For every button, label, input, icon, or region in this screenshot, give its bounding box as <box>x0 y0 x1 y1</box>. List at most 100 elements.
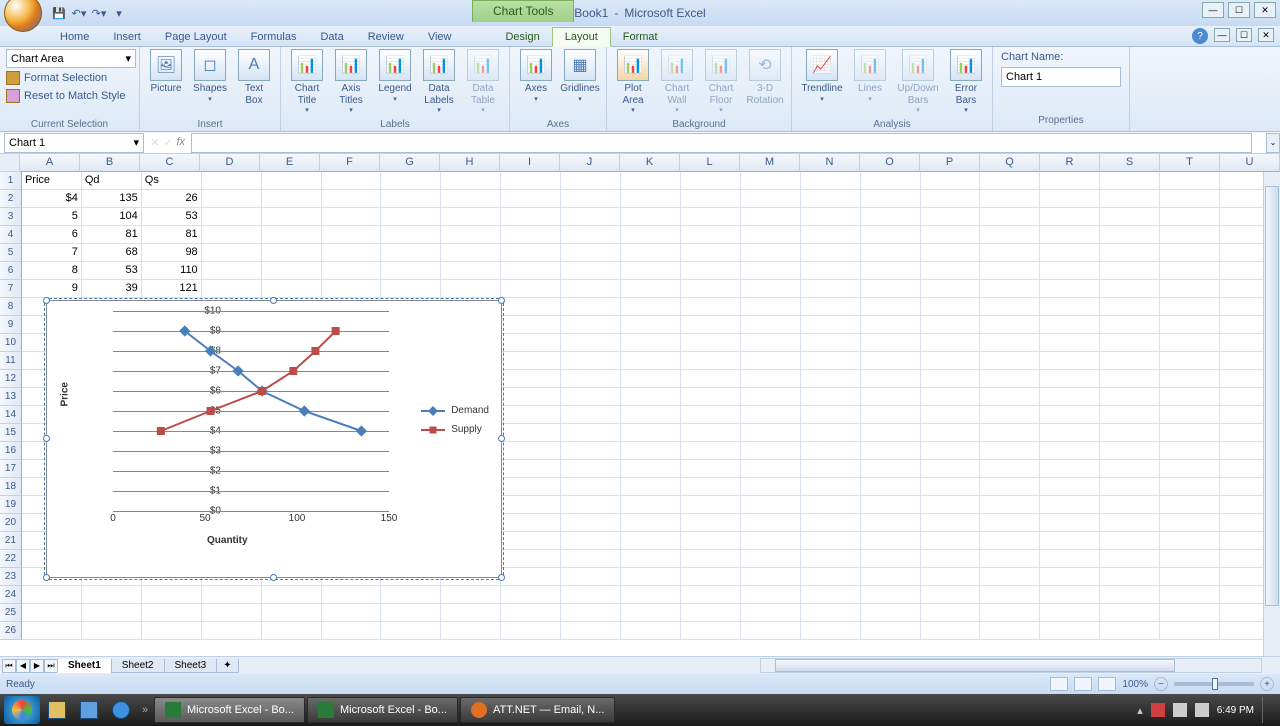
cell[interactable]: 6 <box>22 226 82 244</box>
resize-handle[interactable] <box>270 574 277 581</box>
row-header[interactable]: 20 <box>0 514 22 532</box>
cell[interactable] <box>1040 172 1100 190</box>
cell[interactable]: Price <box>22 172 82 190</box>
cell[interactable] <box>921 208 981 226</box>
resize-handle[interactable] <box>43 435 50 442</box>
cell[interactable] <box>262 244 322 262</box>
cell[interactable] <box>801 370 861 388</box>
cell[interactable] <box>1160 622 1220 640</box>
cell[interactable] <box>921 568 981 586</box>
cell[interactable] <box>621 226 681 244</box>
cell[interactable] <box>681 370 741 388</box>
cell[interactable] <box>501 478 561 496</box>
show-desktop-button[interactable] <box>1262 697 1270 723</box>
plot-area-button[interactable]: 📊Plot Area▾ <box>613 49 653 114</box>
cell[interactable] <box>561 424 621 442</box>
cell[interactable] <box>1040 442 1100 460</box>
cell[interactable] <box>322 190 382 208</box>
row-header[interactable]: 10 <box>0 334 22 352</box>
row-header[interactable]: 13 <box>0 388 22 406</box>
cell[interactable] <box>1040 532 1100 550</box>
cell[interactable] <box>561 226 621 244</box>
cell[interactable] <box>681 460 741 478</box>
cell[interactable] <box>561 514 621 532</box>
cell[interactable] <box>1040 244 1100 262</box>
cell[interactable] <box>681 604 741 622</box>
cell[interactable] <box>1160 496 1220 514</box>
cell[interactable] <box>861 226 921 244</box>
cell[interactable] <box>561 172 621 190</box>
tab-view[interactable]: View <box>416 28 464 46</box>
cell[interactable] <box>381 226 441 244</box>
axes-button[interactable]: 📊Axes▾ <box>516 49 556 103</box>
cell[interactable] <box>1100 370 1160 388</box>
cell[interactable] <box>322 622 382 640</box>
cell[interactable] <box>1100 226 1160 244</box>
cell[interactable] <box>561 568 621 586</box>
cell[interactable] <box>681 190 741 208</box>
tab-page-layout[interactable]: Page Layout <box>153 28 239 46</box>
vertical-scrollbar[interactable] <box>1263 172 1280 656</box>
cell[interactable] <box>501 622 561 640</box>
column-header[interactable]: T <box>1160 154 1220 172</box>
cell[interactable] <box>501 370 561 388</box>
cell[interactable] <box>142 622 202 640</box>
cell[interactable] <box>861 388 921 406</box>
column-header[interactable]: K <box>620 154 680 172</box>
cell[interactable] <box>621 604 681 622</box>
cell[interactable] <box>1160 532 1220 550</box>
cell[interactable] <box>1100 460 1160 478</box>
cell[interactable] <box>381 586 441 604</box>
cell[interactable] <box>921 262 981 280</box>
resize-handle[interactable] <box>270 297 277 304</box>
page-layout-view-button[interactable] <box>1074 677 1092 691</box>
cell[interactable] <box>1040 280 1100 298</box>
sheet-nav-prev[interactable]: ◀ <box>16 659 30 673</box>
cell[interactable] <box>1160 298 1220 316</box>
cell[interactable] <box>381 172 441 190</box>
cell[interactable] <box>142 604 202 622</box>
cell[interactable] <box>621 478 681 496</box>
cell[interactable] <box>1100 190 1160 208</box>
cell[interactable] <box>322 172 382 190</box>
cell[interactable] <box>741 298 801 316</box>
cell[interactable] <box>1040 550 1100 568</box>
cell[interactable] <box>980 388 1040 406</box>
cell[interactable] <box>621 352 681 370</box>
cell[interactable] <box>921 280 981 298</box>
tab-design[interactable]: Design <box>493 28 551 46</box>
cell[interactable] <box>322 586 382 604</box>
cell[interactable] <box>501 316 561 334</box>
cell[interactable]: Qs <box>142 172 202 190</box>
cell[interactable] <box>561 586 621 604</box>
cell[interactable] <box>861 604 921 622</box>
cell[interactable] <box>980 316 1040 334</box>
sheet-nav-next[interactable]: ▶ <box>30 659 44 673</box>
cell[interactable] <box>801 442 861 460</box>
cell[interactable] <box>1160 172 1220 190</box>
row-header[interactable]: 12 <box>0 370 22 388</box>
row-header[interactable]: 2 <box>0 190 22 208</box>
cell[interactable] <box>1160 586 1220 604</box>
chart-legend[interactable]: Demand Supply <box>421 405 489 443</box>
row-header[interactable]: 5 <box>0 244 22 262</box>
cell[interactable] <box>1160 442 1220 460</box>
cell[interactable] <box>561 622 621 640</box>
cell[interactable] <box>1160 244 1220 262</box>
cell[interactable] <box>1160 460 1220 478</box>
cell[interactable] <box>861 496 921 514</box>
chart-floor-button[interactable]: 📊Chart Floor▾ <box>701 49 741 114</box>
cell[interactable] <box>1040 424 1100 442</box>
cell[interactable] <box>262 190 322 208</box>
zoom-level[interactable]: 100% <box>1122 679 1148 690</box>
cell[interactable] <box>561 460 621 478</box>
cell[interactable] <box>741 622 801 640</box>
cell[interactable] <box>561 604 621 622</box>
cell[interactable] <box>621 622 681 640</box>
cell[interactable] <box>980 244 1040 262</box>
cell[interactable] <box>741 604 801 622</box>
column-header[interactable]: R <box>1040 154 1100 172</box>
updown-bars-button[interactable]: 📊Up/Down Bars▾ <box>894 49 942 114</box>
cell[interactable] <box>1040 496 1100 514</box>
cell[interactable] <box>621 370 681 388</box>
